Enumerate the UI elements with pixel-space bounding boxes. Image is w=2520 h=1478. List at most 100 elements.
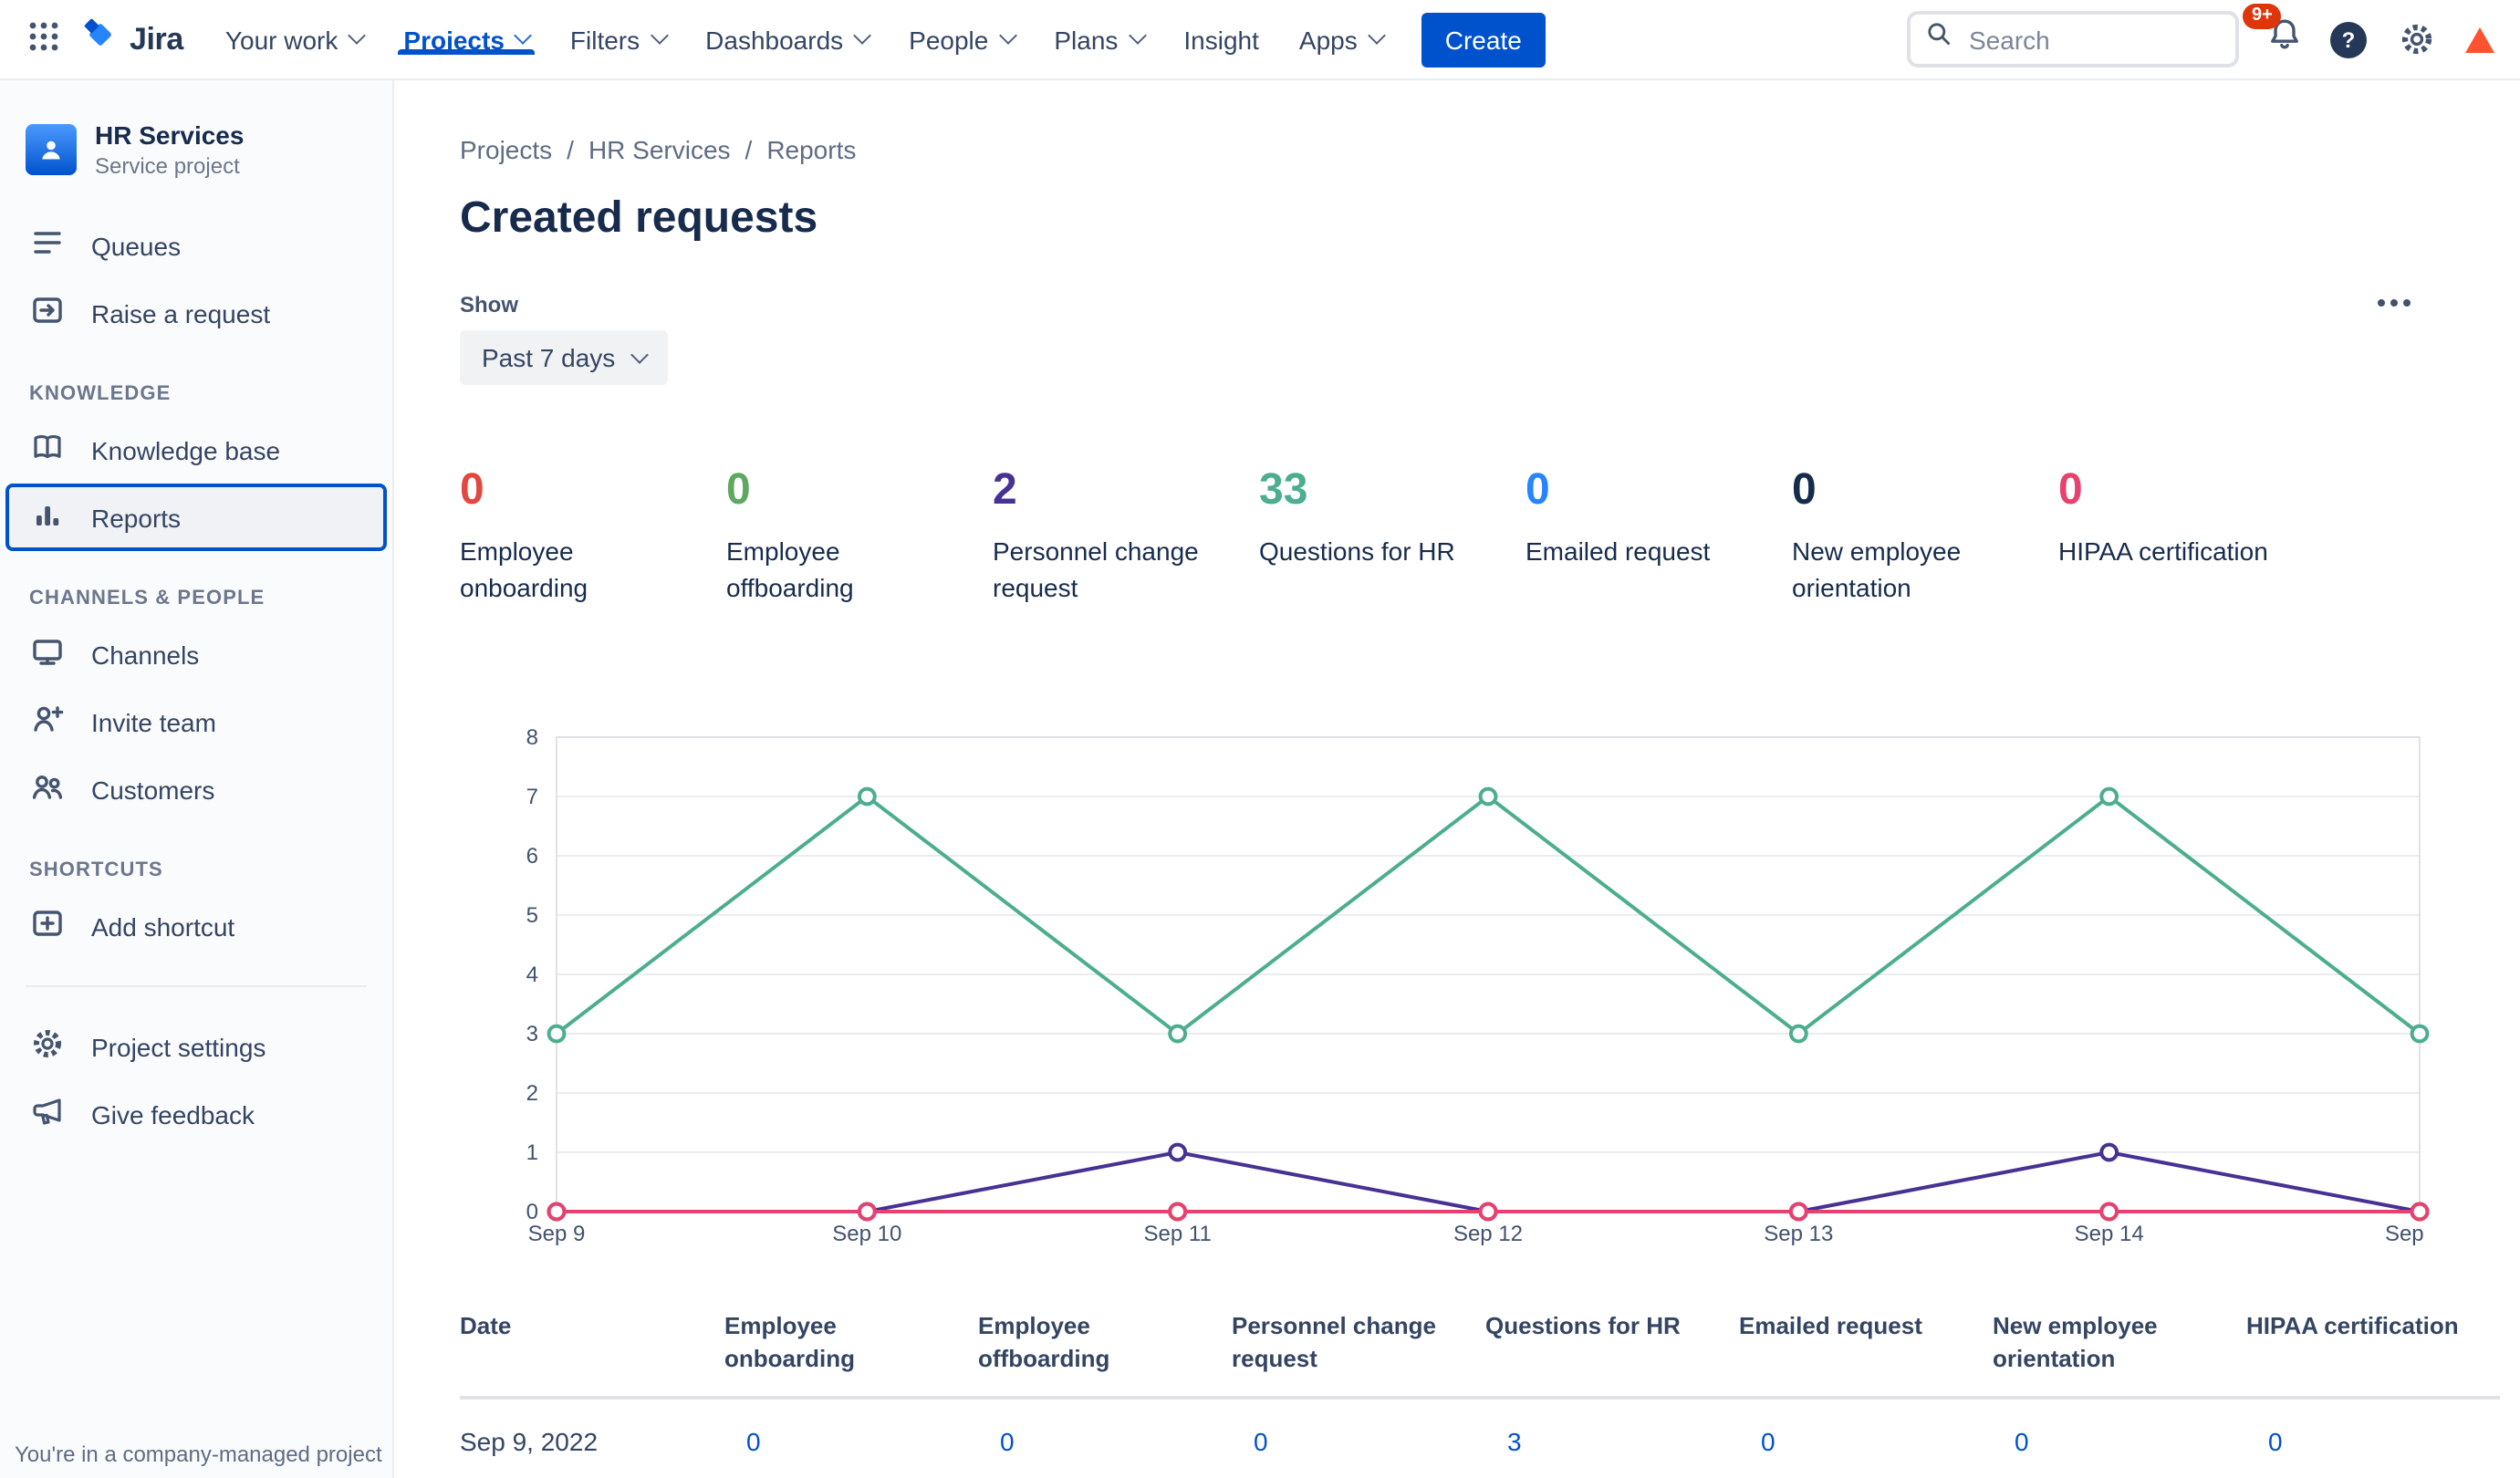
col-employee-offboarding: Employee offboarding: [978, 1312, 1110, 1372]
created-requests-table: Date Employee onboarding Employee offboa…: [460, 1310, 2500, 1478]
app-switcher-button[interactable]: [15, 10, 73, 68]
count-link[interactable]: 0: [2268, 1428, 2283, 1457]
stat-value: 0: [460, 465, 484, 515]
sidebar-item-label: Project settings: [91, 1032, 266, 1061]
nav-dashboards[interactable]: Dashboards: [685, 25, 889, 54]
svg-text:3: 3: [526, 1022, 538, 1046]
sidebar-item-label: Raise a request: [91, 298, 271, 328]
gear-icon: [29, 1025, 66, 1067]
nav-apps[interactable]: Apps: [1279, 25, 1403, 54]
created-requests-line-chart: 0 1 2 3 4 5 6 7 8 Sep 9 Sep 10 Sep 11 Sep 12 Sep 13 Se…: [460, 708, 2520, 1248]
breadcrumb-reports[interactable]: Reports: [766, 135, 856, 164]
monitor-icon: [29, 633, 66, 675]
sidebar-item-label: Give feedback: [91, 1099, 255, 1129]
notification-count-badge: 9+: [2243, 4, 2282, 29]
project-header[interactable]: HR Services Service project: [0, 120, 392, 179]
chevron-down-icon: [1367, 26, 1386, 45]
global-search[interactable]: [1907, 11, 2239, 68]
sidebar-item-channels[interactable]: Channels: [0, 620, 392, 688]
create-button[interactable]: Create: [1421, 12, 1546, 67]
nav-your-work[interactable]: Your work: [205, 25, 384, 54]
nav-insight[interactable]: Insight: [1163, 25, 1279, 54]
nav-filters[interactable]: Filters: [550, 25, 685, 54]
sidebar-item-invite-team[interactable]: Invite team: [0, 688, 392, 755]
sidebar-item-project-settings[interactable]: Project settings: [0, 1013, 392, 1080]
jira-logo[interactable]: Jira: [73, 15, 205, 64]
stat-value: 0: [1792, 465, 1817, 515]
atlassian-triangle-avatar-icon[interactable]: [2465, 26, 2494, 52]
main-content: Projects / HR Services / Reports Created…: [394, 80, 2520, 1478]
stat-value: 0: [2058, 465, 2083, 515]
sidebar-section-shortcuts: SHORTCUTS: [29, 859, 163, 881]
project-avatar: [26, 124, 77, 175]
col-personnel-change-request: Personnel change request: [1232, 1312, 1436, 1372]
stat-label: Employee offboarding: [726, 536, 854, 602]
svg-text:4: 4: [526, 963, 538, 987]
svg-text:2: 2: [526, 1081, 538, 1106]
sidebar-item-label: Add shortcut: [91, 911, 235, 941]
stat-value: 33: [1259, 465, 1308, 515]
date-range-dropdown[interactable]: Past 7 days: [460, 330, 669, 385]
stat-label: Questions for HR: [1259, 536, 1455, 566]
chevron-down-icon: [1128, 26, 1147, 45]
sidebar-item-add-shortcut[interactable]: Add shortcut: [0, 892, 392, 960]
project-name: HR Services: [95, 120, 245, 150]
person-add-icon: [29, 701, 66, 743]
project-managed-note: You're in a company-managed project: [15, 1442, 382, 1467]
settings-gear-icon[interactable]: [2394, 17, 2438, 61]
count-link[interactable]: 3: [1507, 1428, 1522, 1457]
svg-text:Sep 9: Sep 9: [528, 1222, 586, 1246]
more-actions-button[interactable]: [2370, 285, 2418, 321]
jira-app: Jira Your work Projects Filters Dashboar…: [0, 0, 2520, 1478]
stat-value: 0: [726, 465, 751, 515]
stat-value: 0: [1526, 465, 1550, 515]
search-input[interactable]: [1969, 25, 2221, 54]
stat-emailed-request: 0 Emailed request: [1526, 465, 1792, 606]
svg-text:Sep 11: Sep 11: [1144, 1222, 1212, 1246]
brand-name: Jira: [130, 21, 183, 56]
help-icon[interactable]: ?: [2330, 21, 2367, 57]
count-link[interactable]: 0: [746, 1428, 761, 1457]
stat-label: Emailed request: [1526, 536, 1711, 566]
stat-employee-onboarding: 0 Employee onboarding: [460, 465, 726, 606]
breadcrumb-projects[interactable]: Projects: [460, 135, 552, 164]
svg-text:6: 6: [526, 844, 538, 869]
sidebar-item-give-feedback[interactable]: Give feedback: [0, 1080, 392, 1148]
nav-plans[interactable]: Plans: [1034, 25, 1163, 54]
stat-value: 2: [993, 465, 1017, 515]
notifications-button[interactable]: 9+: [2243, 4, 2303, 62]
svg-text:Sep 14: Sep 14: [2075, 1222, 2144, 1246]
megaphone-icon: [29, 1093, 66, 1135]
request-type-stats: 0 Employee onboarding 0 Employee offboar…: [460, 465, 2520, 606]
col-questions-for-hr: Questions for HR: [1485, 1312, 1681, 1340]
stat-label: New employee orientation: [1792, 536, 1962, 602]
search-icon: [1925, 20, 1954, 58]
breadcrumb-hr-services[interactable]: HR Services: [588, 135, 731, 164]
sidebar-section-channels-people: CHANNELS & PEOPLE: [29, 588, 266, 609]
sidebar-item-raise-a-request[interactable]: Raise a request: [0, 279, 392, 347]
svg-text:Sep 10: Sep 10: [832, 1222, 901, 1246]
stat-hipaa-certification: 0 HIPAA certification: [2058, 465, 2325, 606]
sidebar-item-label: Reports: [91, 503, 182, 532]
breadcrumb-separator: /: [567, 135, 574, 164]
nav-projects[interactable]: Projects: [383, 25, 550, 54]
col-hipaa-certification: HIPAA certification: [2246, 1312, 2459, 1340]
breadcrumb-separator: /: [745, 135, 753, 164]
people-icon: [29, 768, 66, 810]
count-link[interactable]: 0: [2015, 1428, 2029, 1457]
queues-icon: [29, 224, 66, 266]
jira-mark-icon: [80, 15, 120, 64]
sidebar-item-knowledge-base[interactable]: Knowledge base: [0, 416, 392, 484]
svg-text:7: 7: [526, 785, 538, 809]
count-link[interactable]: 0: [1254, 1428, 1268, 1457]
svg-text:8: 8: [526, 725, 538, 750]
breadcrumb: Projects / HR Services / Reports: [460, 135, 2520, 164]
sidebar-item-queues[interactable]: Queues: [0, 212, 392, 279]
sidebar-item-customers[interactable]: Customers: [0, 755, 392, 823]
sidebar-item-reports[interactable]: Reports: [5, 484, 387, 551]
sidebar-item-label: Queues: [91, 231, 182, 260]
count-link[interactable]: 0: [1000, 1428, 1015, 1457]
nav-people[interactable]: People: [889, 25, 1034, 54]
sidebar-item-label: Invite team: [91, 707, 216, 736]
count-link[interactable]: 0: [1761, 1428, 1775, 1457]
